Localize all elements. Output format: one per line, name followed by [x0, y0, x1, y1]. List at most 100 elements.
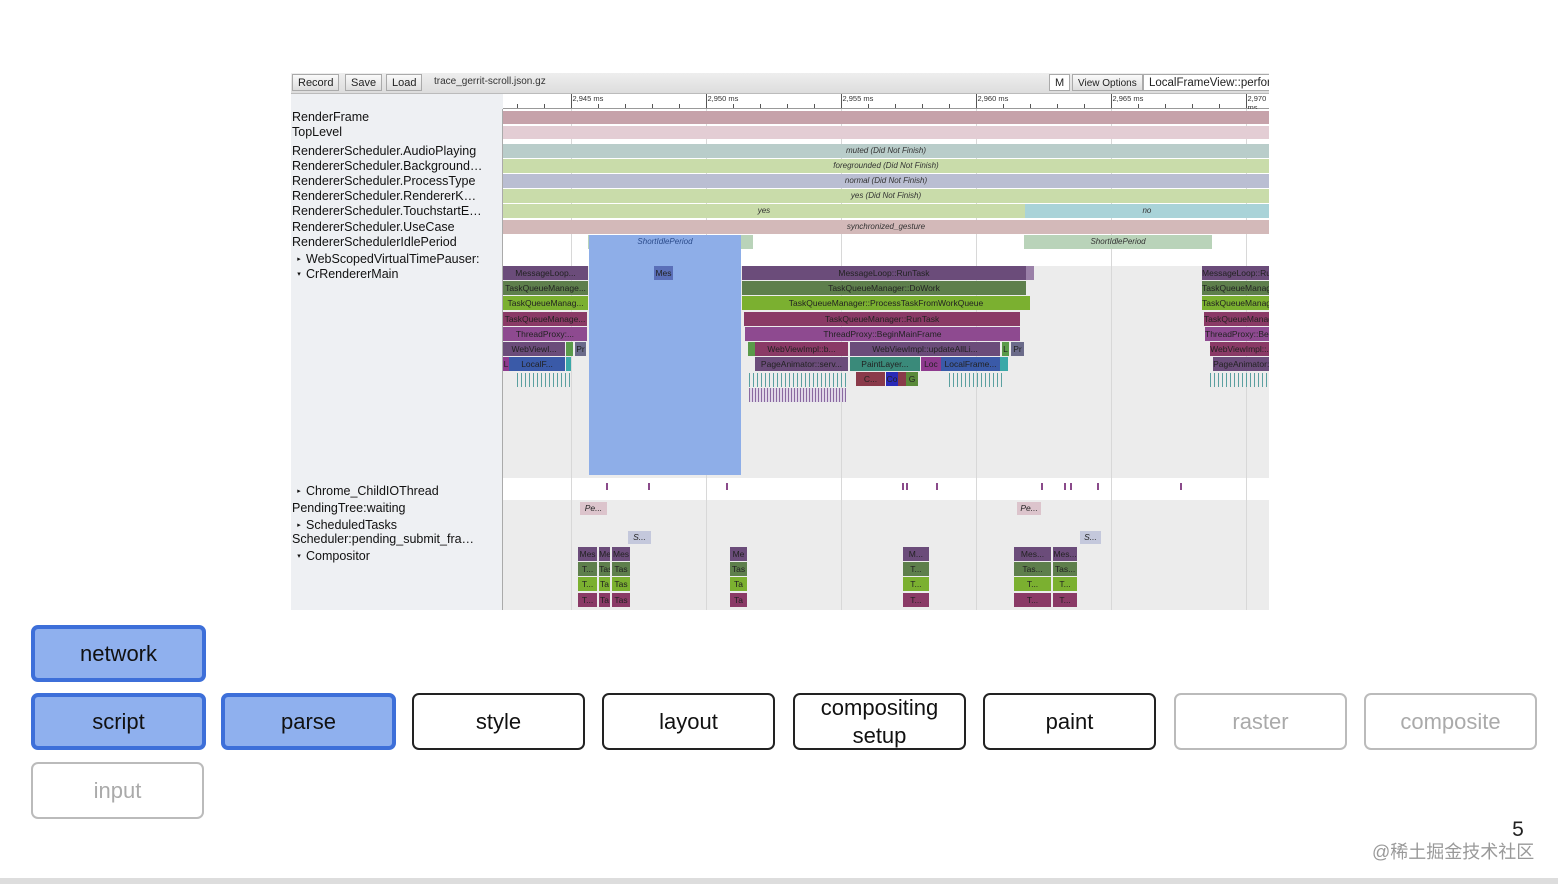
- compositor-slice[interactable]: T...: [578, 592, 598, 607]
- stage-button-script[interactable]: script: [31, 693, 206, 750]
- flame-slice[interactable]: Co: [886, 372, 898, 387]
- flame-slice[interactable]: TaskQueueManager::ProcessTaskFromWorkQue…: [1202, 296, 1269, 311]
- expand-icon[interactable]: ▸: [292, 487, 306, 495]
- compositor-slice[interactable]: Mes: [612, 547, 630, 561]
- flame-slice[interactable]: PageAnimator::...: [1213, 357, 1269, 372]
- compositor-slice[interactable]: Ta: [730, 592, 747, 607]
- flame-slice[interactable]: LocalFrame...: [940, 357, 1001, 372]
- stage-button-raster[interactable]: raster: [1174, 693, 1347, 750]
- time-ruler[interactable]: 2,945 ms 2,950 ms 2,955 ms 2,960 ms 2,965 ms…: [503, 94, 1269, 112]
- flame-slice[interactable]: [747, 342, 755, 356]
- io-task[interactable]: [726, 483, 729, 490]
- io-task[interactable]: [1097, 483, 1099, 490]
- flame-slice[interactable]: TaskQueueManager::RunTask: [744, 311, 1021, 326]
- compositor-slice[interactable]: Me: [730, 547, 747, 561]
- track-label[interactable]: ▸ WebScopedVirtualTimePauser:: [292, 252, 500, 266]
- save-button[interactable]: Save: [345, 74, 383, 91]
- flame-slice[interactable]: MessageLoop::RunTask: [1202, 266, 1269, 280]
- stage-button-paint[interactable]: paint: [983, 693, 1156, 750]
- io-task[interactable]: [647, 483, 650, 490]
- flame-slice[interactable]: WebViewImpl::...: [1210, 342, 1269, 356]
- track-label[interactable]: ▸ Chrome_ChildIOThread: [292, 484, 500, 498]
- compositor-slice[interactable]: Tas...: [1014, 562, 1051, 577]
- state-segment[interactable]: yes: [503, 204, 1025, 218]
- io-task[interactable]: [1041, 483, 1044, 490]
- search-input[interactable]: LocalFrameView::perform: [1143, 74, 1269, 91]
- flame-slice[interactable]: TaskQueueManager::ProcessTaskFromWorkQue…: [741, 296, 1031, 311]
- flame-slice[interactable]: ThreadProxy:...: [503, 326, 587, 341]
- flame-slice[interactable]: MessageLoop::RunTask: [741, 266, 1026, 280]
- io-task[interactable]: [1179, 483, 1182, 490]
- compositor-slice[interactable]: M...: [902, 547, 929, 561]
- compositor-slice[interactable]: T...: [1014, 592, 1051, 607]
- state-segment[interactable]: yes (Did Not Finish): [503, 189, 1269, 203]
- record-button[interactable]: Record: [292, 74, 340, 91]
- track-label[interactable]: ▾ Compositor: [292, 549, 500, 563]
- flame-slice[interactable]: [565, 357, 572, 372]
- flame-slice[interactable]: PaintLayer...: [849, 357, 920, 372]
- compositor-slice[interactable]: T...: [1052, 577, 1078, 592]
- io-task[interactable]: [605, 483, 608, 490]
- track-label[interactable]: ▾ CrRendererMain: [292, 267, 500, 281]
- flame-slice[interactable]: [898, 372, 907, 387]
- track-label[interactable]: ▸ ScheduledTasks: [292, 518, 500, 532]
- io-task[interactable]: [1064, 483, 1067, 490]
- io-task[interactable]: [936, 483, 939, 490]
- load-button[interactable]: Load: [386, 74, 423, 91]
- state-segment[interactable]: normal (Did Not Finish): [503, 174, 1269, 188]
- compositor-slice[interactable]: T...: [1014, 577, 1051, 592]
- state-segment[interactable]: no: [1024, 204, 1269, 218]
- stage-button-network[interactable]: network: [31, 625, 206, 682]
- stage-button-composite[interactable]: composite: [1364, 693, 1537, 750]
- stage-button-input[interactable]: input: [31, 762, 204, 819]
- flame-slice[interactable]: WebViewImpl::b...: [754, 342, 849, 356]
- compositor-slice[interactable]: T...: [1052, 592, 1078, 607]
- compositor-slice[interactable]: Tas: [612, 577, 630, 592]
- pending-slice[interactable]: Pe...: [1017, 502, 1042, 515]
- flame-slice[interactable]: [1025, 266, 1035, 280]
- state-segment[interactable]: ShortIdlePeriod: [1024, 235, 1213, 249]
- compositor-slice[interactable]: T...: [902, 577, 929, 592]
- stage-button-layout[interactable]: layout: [602, 693, 775, 750]
- compositor-slice[interactable]: Ta: [599, 577, 610, 592]
- flame-slice[interactable]: [1000, 357, 1008, 372]
- pending-slice[interactable]: S...: [1079, 531, 1102, 544]
- flame-slice[interactable]: Loc: [920, 357, 941, 372]
- io-task[interactable]: [902, 483, 905, 490]
- flame-slice[interactable]: MessageLoop...: [503, 266, 589, 280]
- compositor-slice[interactable]: Tas: [612, 592, 630, 607]
- expand-icon[interactable]: ▸: [292, 255, 306, 263]
- flame-slice[interactable]: L: [1001, 342, 1009, 356]
- view-options-button[interactable]: View Options: [1072, 74, 1143, 91]
- expand-icon[interactable]: ▸: [292, 521, 306, 529]
- compositor-slice[interactable]: Ta: [730, 577, 747, 592]
- compositor-slice[interactable]: T...: [578, 562, 598, 577]
- flame-slice[interactable]: LocalF...: [508, 357, 566, 372]
- compositor-slice[interactable]: T...: [578, 577, 598, 592]
- state-segment[interactable]: foregrounded (Did Not Finish): [503, 159, 1269, 173]
- flame-slice[interactable]: TaskQueueManager::DoWork: [1202, 281, 1269, 296]
- flame-slice[interactable]: TaskQueueManage...: [503, 311, 587, 326]
- flame-slice[interactable]: ThreadProxy::BeginMainFrame: [1205, 326, 1269, 341]
- compositor-slice[interactable]: Tas: [730, 562, 747, 577]
- io-task[interactable]: [1070, 483, 1072, 490]
- flame-slice[interactable]: Mes: [653, 266, 674, 280]
- collapse-icon[interactable]: ▾: [292, 552, 306, 560]
- state-segment[interactable]: synchronized_gesture: [503, 220, 1269, 234]
- pending-slice[interactable]: Pe...: [579, 502, 607, 515]
- compositor-slice[interactable]: Tas: [599, 562, 610, 577]
- flame-slice[interactable]: G: [906, 372, 918, 387]
- compositor-slice[interactable]: Me: [599, 547, 610, 561]
- compositor-slice[interactable]: T...: [902, 562, 929, 577]
- flame-slice[interactable]: TaskQueueManag...: [503, 296, 589, 311]
- flame-slice[interactable]: WebViewI...: [503, 342, 566, 356]
- flame-slice[interactable]: [565, 342, 573, 356]
- flame-slice[interactable]: TaskQueueManager::RunTask: [1203, 311, 1269, 326]
- flame-slice[interactable]: TaskQueueManage...: [503, 281, 589, 296]
- compositor-slice[interactable]: Ta: [599, 592, 610, 607]
- stage-button-compositing-setup[interactable]: compositing setup: [793, 693, 966, 750]
- compositor-slice[interactable]: Mes...: [1014, 547, 1051, 561]
- metadata-button[interactable]: M: [1049, 74, 1071, 91]
- stage-button-parse[interactable]: parse: [221, 693, 396, 750]
- flame-slice[interactable]: C...: [855, 372, 886, 387]
